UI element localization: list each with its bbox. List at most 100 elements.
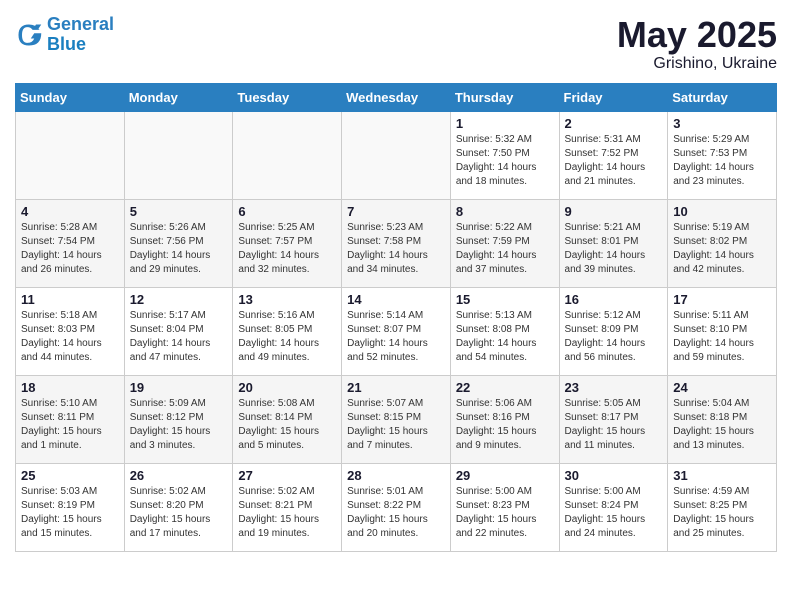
page-header: General Blue May 2025 Grishino, Ukraine	[15, 15, 777, 73]
day-number: 15	[456, 292, 554, 307]
day-number: 20	[238, 380, 336, 395]
day-cell: 21 Sunrise: 5:07 AM Sunset: 8:15 PM Dayli…	[342, 375, 451, 463]
day-cell: 31Sunrise: 4:59 AM Sunset: 8:25 PM Dayli…	[668, 463, 777, 551]
day-info: Sunrise: 5:07 AM Sunset: 8:15 PM Dayligh…	[347, 397, 445, 453]
day-cell: 15 Sunrise: 5:13 AM Sunset: 8:08 PM Dayli…	[450, 287, 559, 375]
day-cell: 22Sunrise: 5:06 AM Sunset: 8:16 PM Dayli…	[450, 375, 559, 463]
day-cell: 12Sunrise: 5:17 AM Sunset: 8:04 PM Dayli…	[124, 287, 233, 375]
day-number: 1	[456, 116, 554, 131]
main-title: May 2025	[617, 15, 777, 55]
day-cell: 18 Sunrise: 5:10 AM Sunset: 8:11 PM Dayli…	[16, 375, 125, 463]
day-number: 26	[130, 468, 228, 483]
day-cell: 13 Sunrise: 5:16 AM Sunset: 8:05 PM Dayli…	[233, 287, 342, 375]
day-cell: 8 Sunrise: 5:22 AM Sunset: 7:59 PM Daylig…	[450, 199, 559, 287]
day-number: 30	[565, 468, 663, 483]
header-cell-tuesday: Tuesday	[233, 83, 342, 111]
day-info: Sunrise: 5:21 AM Sunset: 8:01 PM Dayligh…	[565, 221, 663, 277]
day-info: Sunrise: 5:09 AM Sunset: 8:12 PM Dayligh…	[130, 397, 228, 453]
day-number: 2	[565, 116, 663, 131]
day-number: 31	[673, 468, 771, 483]
header-cell-sunday: Sunday	[16, 83, 125, 111]
day-info: Sunrise: 5:14 AM Sunset: 8:07 PM Dayligh…	[347, 309, 445, 365]
day-info: Sunrise: 5:05 AM Sunset: 8:17 PM Dayligh…	[565, 397, 663, 453]
day-number: 9	[565, 204, 663, 219]
day-info: Sunrise: 5:29 AM Sunset: 7:53 PM Dayligh…	[673, 133, 771, 189]
day-number: 18	[21, 380, 119, 395]
day-info: Sunrise: 5:00 AM Sunset: 8:24 PM Dayligh…	[565, 485, 663, 541]
logo-text: General Blue	[47, 15, 114, 55]
day-info: Sunrise: 5:17 AM Sunset: 8:04 PM Dayligh…	[130, 309, 228, 365]
header-row: SundayMondayTuesdayWednesdayThursdayFrid…	[16, 83, 777, 111]
day-cell: 1 Sunrise: 5:32 AM Sunset: 7:50 PM Daylig…	[450, 111, 559, 199]
day-cell: 30 Sunrise: 5:00 AM Sunset: 8:24 PM Dayli…	[559, 463, 668, 551]
day-info: Sunrise: 5:02 AM Sunset: 8:20 PM Dayligh…	[130, 485, 228, 541]
day-number: 11	[21, 292, 119, 307]
day-info: Sunrise: 5:08 AM Sunset: 8:14 PM Dayligh…	[238, 397, 336, 453]
subtitle: Grishino, Ukraine	[617, 55, 777, 73]
day-number: 23	[565, 380, 663, 395]
day-cell: 23 Sunrise: 5:05 AM Sunset: 8:17 PM Dayli…	[559, 375, 668, 463]
header-cell-monday: Monday	[124, 83, 233, 111]
day-cell	[124, 111, 233, 199]
header-cell-friday: Friday	[559, 83, 668, 111]
day-number: 7	[347, 204, 445, 219]
day-info: Sunrise: 5:25 AM Sunset: 7:57 PM Dayligh…	[238, 221, 336, 277]
calendar-table: SundayMondayTuesdayWednesdayThursdayFrid…	[15, 83, 777, 552]
day-number: 22	[456, 380, 554, 395]
day-info: Sunrise: 5:19 AM Sunset: 8:02 PM Dayligh…	[673, 221, 771, 277]
day-info: Sunrise: 5:31 AM Sunset: 7:52 PM Dayligh…	[565, 133, 663, 189]
day-cell: 19 Sunrise: 5:09 AM Sunset: 8:12 PM Dayli…	[124, 375, 233, 463]
header-cell-wednesday: Wednesday	[342, 83, 451, 111]
day-number: 21	[347, 380, 445, 395]
day-number: 10	[673, 204, 771, 219]
day-number: 16	[565, 292, 663, 307]
day-info: Sunrise: 5:28 AM Sunset: 7:54 PM Dayligh…	[21, 221, 119, 277]
day-cell: 5 Sunrise: 5:26 AM Sunset: 7:56 PM Daylig…	[124, 199, 233, 287]
day-cell	[342, 111, 451, 199]
day-info: Sunrise: 5:18 AM Sunset: 8:03 PM Dayligh…	[21, 309, 119, 365]
day-cell: 14Sunrise: 5:14 AM Sunset: 8:07 PM Dayli…	[342, 287, 451, 375]
title-block: May 2025 Grishino, Ukraine	[617, 15, 777, 73]
logo-icon	[15, 21, 43, 49]
day-number: 5	[130, 204, 228, 219]
day-cell: 3 Sunrise: 5:29 AM Sunset: 7:53 PM Daylig…	[668, 111, 777, 199]
day-cell: 6 Sunrise: 5:25 AM Sunset: 7:57 PM Daylig…	[233, 199, 342, 287]
day-number: 6	[238, 204, 336, 219]
day-number: 3	[673, 116, 771, 131]
day-cell: 2 Sunrise: 5:31 AM Sunset: 7:52 PM Daylig…	[559, 111, 668, 199]
day-number: 17	[673, 292, 771, 307]
day-cell: 27 Sunrise: 5:02 AM Sunset: 8:21 PM Dayli…	[233, 463, 342, 551]
day-number: 28	[347, 468, 445, 483]
day-info: Sunrise: 5:16 AM Sunset: 8:05 PM Dayligh…	[238, 309, 336, 365]
day-number: 19	[130, 380, 228, 395]
day-info: Sunrise: 5:32 AM Sunset: 7:50 PM Dayligh…	[456, 133, 554, 189]
day-cell: 20 Sunrise: 5:08 AM Sunset: 8:14 PM Dayli…	[233, 375, 342, 463]
day-cell	[233, 111, 342, 199]
day-info: Sunrise: 5:10 AM Sunset: 8:11 PM Dayligh…	[21, 397, 119, 453]
day-number: 27	[238, 468, 336, 483]
day-number: 8	[456, 204, 554, 219]
header-cell-thursday: Thursday	[450, 83, 559, 111]
day-cell: 24Sunrise: 5:04 AM Sunset: 8:18 PM Dayli…	[668, 375, 777, 463]
day-info: Sunrise: 5:13 AM Sunset: 8:08 PM Dayligh…	[456, 309, 554, 365]
day-cell: 25Sunrise: 5:03 AM Sunset: 8:19 PM Dayli…	[16, 463, 125, 551]
day-number: 25	[21, 468, 119, 483]
header-cell-saturday: Saturday	[668, 83, 777, 111]
day-cell: 4Sunrise: 5:28 AM Sunset: 7:54 PM Daylig…	[16, 199, 125, 287]
day-cell: 9 Sunrise: 5:21 AM Sunset: 8:01 PM Daylig…	[559, 199, 668, 287]
day-info: Sunrise: 5:01 AM Sunset: 8:22 PM Dayligh…	[347, 485, 445, 541]
day-cell: 29Sunrise: 5:00 AM Sunset: 8:23 PM Dayli…	[450, 463, 559, 551]
day-info: Sunrise: 5:12 AM Sunset: 8:09 PM Dayligh…	[565, 309, 663, 365]
day-number: 13	[238, 292, 336, 307]
day-cell	[16, 111, 125, 199]
day-cell: 17 Sunrise: 5:11 AM Sunset: 8:10 PM Dayli…	[668, 287, 777, 375]
day-cell: 26 Sunrise: 5:02 AM Sunset: 8:20 PM Dayli…	[124, 463, 233, 551]
day-info: Sunrise: 5:26 AM Sunset: 7:56 PM Dayligh…	[130, 221, 228, 277]
week-row-5: 25Sunrise: 5:03 AM Sunset: 8:19 PM Dayli…	[16, 463, 777, 551]
day-info: Sunrise: 5:11 AM Sunset: 8:10 PM Dayligh…	[673, 309, 771, 365]
day-info: Sunrise: 5:00 AM Sunset: 8:23 PM Dayligh…	[456, 485, 554, 541]
logo: General Blue	[15, 15, 114, 55]
day-info: Sunrise: 5:02 AM Sunset: 8:21 PM Dayligh…	[238, 485, 336, 541]
day-info: Sunrise: 5:22 AM Sunset: 7:59 PM Dayligh…	[456, 221, 554, 277]
week-row-3: 11 Sunrise: 5:18 AM Sunset: 8:03 PM Dayli…	[16, 287, 777, 375]
